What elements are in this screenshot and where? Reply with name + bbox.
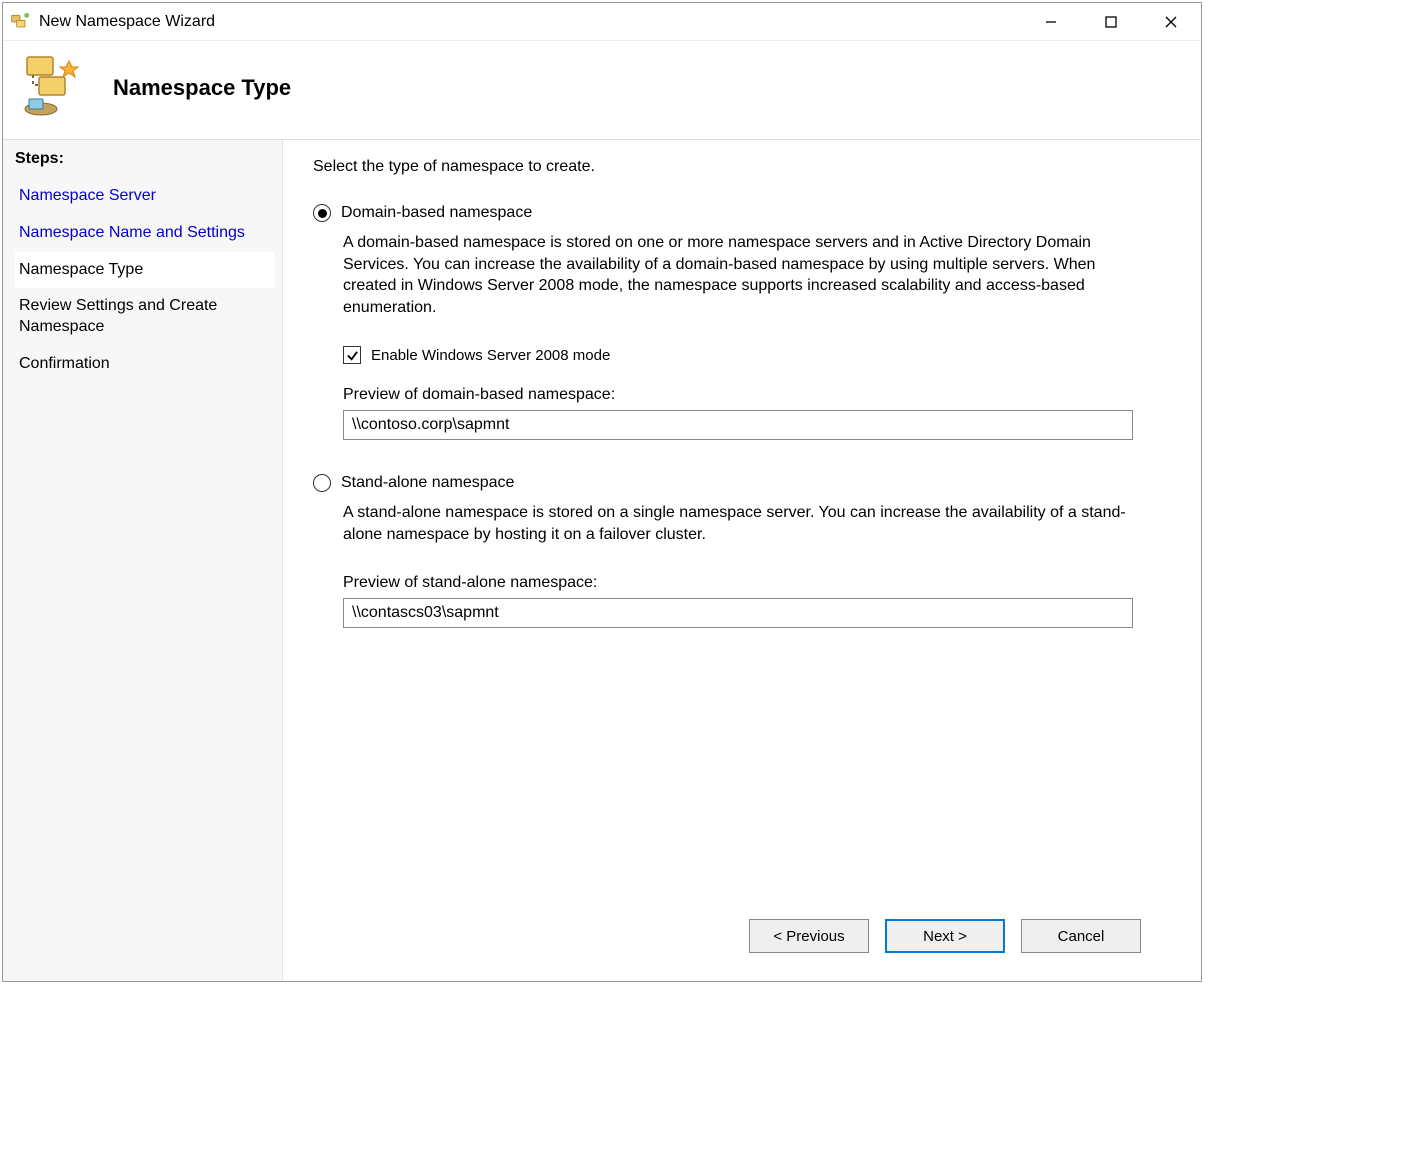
domain-description: A domain-based namespace is stored on on… (343, 232, 1143, 318)
standalone-preview-label: Preview of stand-alone namespace: (343, 574, 1171, 592)
step-review-create[interactable]: Review Settings and Create Namespace (15, 288, 274, 346)
radio-domain-label: Domain-based namespace (341, 204, 532, 222)
checkbox-icon (343, 346, 361, 364)
wizard-footer: < Previous Next > Cancel (313, 911, 1171, 971)
radio-icon (313, 204, 331, 222)
step-namespace-server[interactable]: Namespace Server (15, 178, 274, 215)
domain-preview-label: Preview of domain-based namespace: (343, 386, 1171, 404)
minimize-button[interactable] (1021, 3, 1081, 41)
app-icon (9, 11, 31, 33)
checkbox-ws2008-mode[interactable]: Enable Windows Server 2008 mode (343, 346, 1171, 364)
close-button[interactable] (1141, 3, 1201, 41)
window-controls (1021, 3, 1201, 41)
cancel-button[interactable]: Cancel (1021, 919, 1141, 953)
window-title: New Namespace Wizard (39, 13, 215, 31)
checkbox-label: Enable Windows Server 2008 mode (371, 347, 610, 364)
intro-text: Select the type of namespace to create. (313, 158, 1171, 176)
previous-button[interactable]: < Previous (749, 919, 869, 953)
steps-sidebar: Steps: Namespace Server Namespace Name a… (3, 140, 283, 981)
standalone-preview-field[interactable] (343, 598, 1133, 628)
radio-domain-based[interactable]: Domain-based namespace (313, 204, 1171, 222)
radio-icon (313, 474, 331, 492)
wizard-header-icon (21, 55, 87, 121)
next-button[interactable]: Next > (885, 919, 1005, 953)
wizard-body: Steps: Namespace Server Namespace Name a… (3, 140, 1201, 981)
option-standalone: Stand-alone namespace A stand-alone name… (313, 474, 1171, 627)
wizard-header: Namespace Type (3, 41, 1201, 140)
option-domain-based: Domain-based namespace A domain-based na… (313, 204, 1171, 440)
radio-standalone[interactable]: Stand-alone namespace (313, 474, 1171, 492)
steps-label: Steps: (15, 150, 274, 168)
content-panel: Select the type of namespace to create. … (283, 140, 1201, 981)
page-title: Namespace Type (113, 75, 291, 101)
step-confirmation[interactable]: Confirmation (15, 346, 274, 383)
step-namespace-type[interactable]: Namespace Type (15, 252, 274, 289)
wizard-window: New Namespace Wizard Namespac (2, 2, 1202, 982)
domain-preview-field[interactable] (343, 410, 1133, 440)
radio-standalone-label: Stand-alone namespace (341, 474, 514, 492)
standalone-description: A stand-alone namespace is stored on a s… (343, 502, 1143, 545)
maximize-button[interactable] (1081, 3, 1141, 41)
titlebar: New Namespace Wizard (3, 3, 1201, 41)
step-namespace-name-settings[interactable]: Namespace Name and Settings (15, 215, 274, 252)
